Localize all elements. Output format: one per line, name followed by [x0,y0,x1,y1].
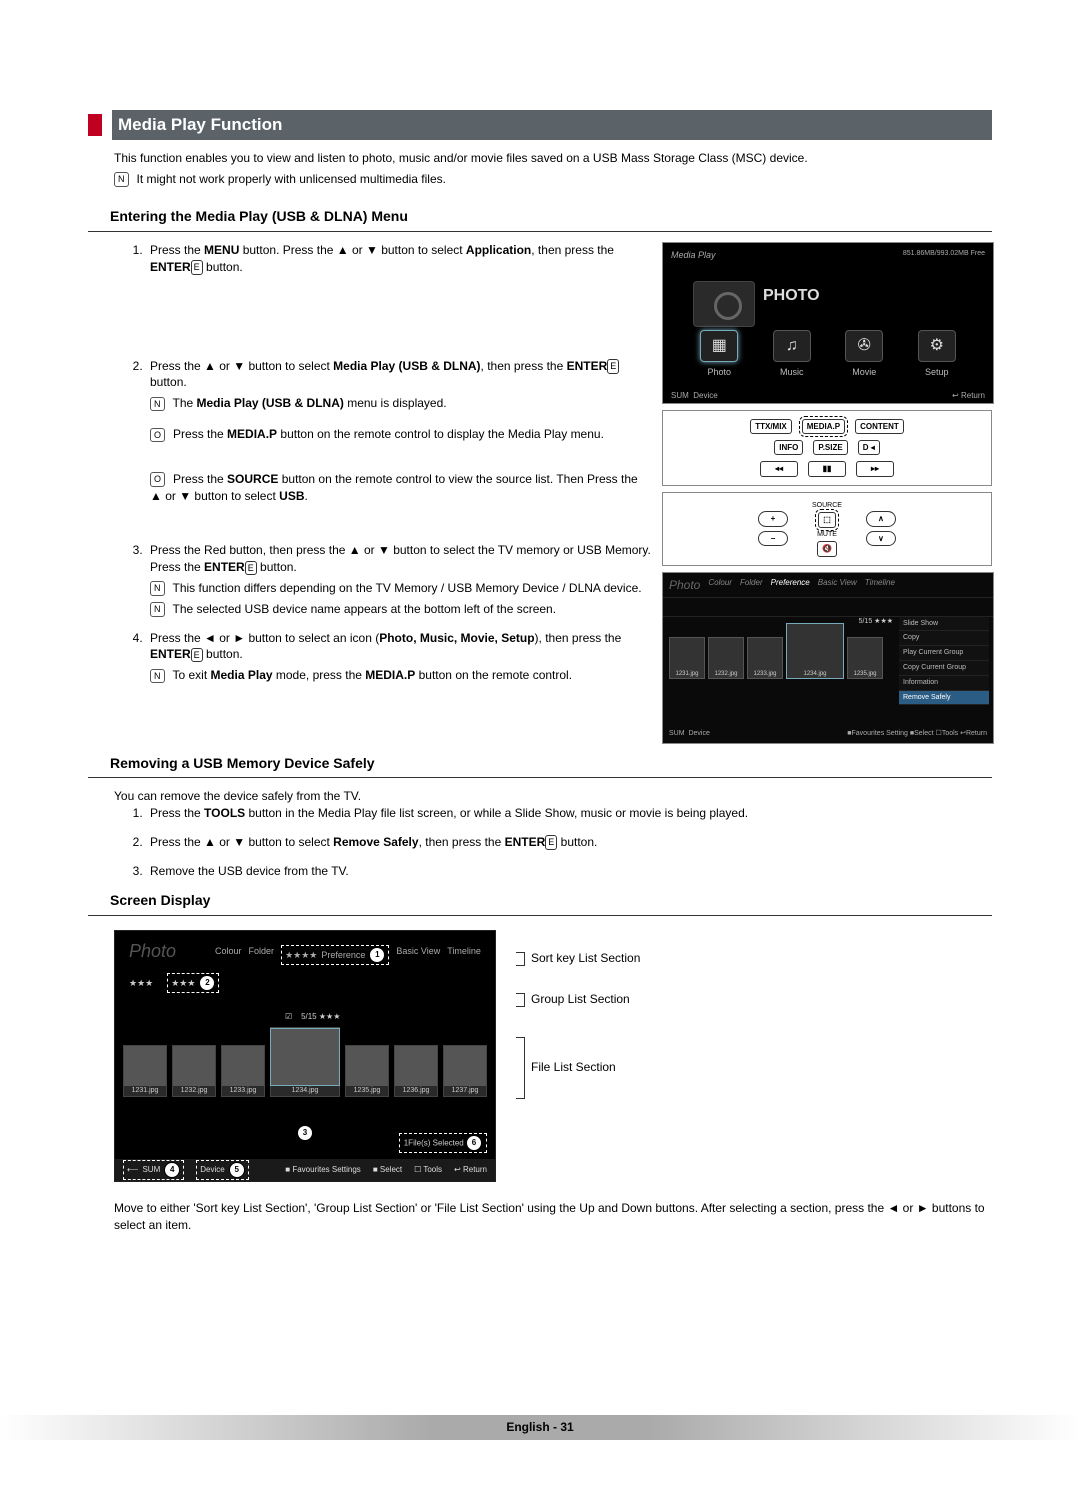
tv-photo-label: PHOTO [763,285,820,307]
enter-icon: E [607,359,619,374]
remove-step-2: Press the ▲ or ▼ button to select Remove… [146,834,992,851]
forward-button: ▸▸ [856,461,894,476]
photo-icon: ▦ [700,330,738,362]
remote-cluster-source: + − SOURCE ⬚ MUTE 🔇 ∧ ∨ [662,492,992,566]
context-menu: Slide Show Copy Play Current Group Copy … [899,617,989,706]
diagram-legend: Sort key List Section Group List Section… [516,930,640,1182]
entering-steps: Press the MENU button. Press the ▲ or ▼ … [88,242,652,684]
info-button: INFO [774,440,803,455]
step3-note2: NThe selected USB device name appears at… [150,601,652,618]
channel-down-button: ∨ [866,531,896,546]
step-2: Press the ▲ or ▼ button to select Media … [146,358,652,531]
remote-icon: O [150,428,165,443]
note-icon: N [150,669,165,684]
step4-note1: NTo exit Media Play mode, press the MEDI… [150,667,652,684]
badge-6: 6 [466,1135,482,1151]
note-icon: N [150,602,165,617]
volume-up-button: + [758,511,788,526]
intro-block: This function enables you to view and li… [114,150,992,188]
rule [88,777,992,778]
step-3: Press the Red button, then press the ▲ o… [146,542,652,617]
note-icon: N [150,581,165,596]
heading-removing: Removing a USB Memory Device Safely [88,754,992,774]
remove-step-3: Remove the USB device from the TV. [146,863,992,880]
step2-note3: OPress the SOURCE button on the remote c… [150,471,652,505]
tv-title: Media Play [671,249,716,262]
remote-cluster-media: TTX/MIX MEDIA.P CONTENT INFO P.SIZE D ◂ … [662,410,992,486]
screen-display-diagram: Photo Colour Folder ★★★★Preference 1 Bas… [114,930,496,1182]
enter-icon: E [245,561,257,576]
rule [88,231,992,232]
removing-intro: You can remove the device safely from th… [114,788,992,805]
enter-icon: E [191,260,203,275]
volume-down-button: − [758,531,788,546]
diagram-caption: Move to either 'Sort key List Section', … [114,1200,992,1234]
rule [88,915,992,916]
step3-note1: NThis function differs depending on the … [150,580,652,597]
badge-1: 1 [369,947,385,963]
step2-note1: NThe Media Play (USB & DLNA) menu is dis… [150,395,652,412]
title-accent [88,114,102,136]
intro-note-text: It might not work properly with unlicens… [137,172,446,186]
remove-step-1: Press the TOOLS button in the Media Play… [146,805,992,822]
section-title-bar: Media Play Function [88,110,992,140]
d-button: D ◂ [858,440,880,455]
channel-up-button: ∧ [866,511,896,526]
rewind-button: ◂◂ [760,461,798,476]
heading-screen-display: Screen Display [88,891,992,911]
ttxmix-button: TTX/MIX [750,419,792,434]
tv-media-play-screenshot: Media Play 851.86MB/993.02MB Free PHOTO … [662,242,994,404]
camera-icon [693,281,755,327]
content-button: CONTENT [855,419,904,434]
tv-usb-free: 851.86MB/993.02MB Free [903,249,985,262]
remote-icon: O [150,472,165,487]
step2-note2: OPress the MEDIA.P button on the remote … [150,426,652,443]
step-4: Press the ◄ or ► button to select an ico… [146,630,652,684]
pause-button: ▮▮ [808,461,846,476]
setup-icon: ⚙ [918,330,956,362]
step-1: Press the MENU button. Press the ▲ or ▼ … [146,242,652,346]
page-footer: English - 31 [0,1415,1080,1440]
badge-2: 2 [199,975,215,991]
movie-icon: ✇ [845,330,883,362]
removing-steps: Press the TOOLS button in the Media Play… [88,805,992,879]
photo-browser-screenshot: Photo Colour Folder Preference Basic Vie… [662,572,994,744]
psize-button: P.SIZE [813,440,847,455]
badge-3: 3 [297,1125,313,1141]
legend-group-list: Group List Section [531,992,630,1006]
note-icon: N [150,397,165,412]
badge-4: 4 [164,1162,180,1178]
intro-text: This function enables you to view and li… [114,150,992,167]
enter-icon: E [191,648,203,663]
intro-note: N It might not work properly with unlicen… [114,171,992,188]
note-icon: N [114,172,129,187]
heading-entering: Entering the Media Play (USB & DLNA) Men… [88,207,992,227]
source-button: ⬚ [818,512,836,527]
music-icon: ♫ [773,330,811,362]
legend-file-list: File List Section [531,1061,616,1075]
page-title: Media Play Function [112,110,992,140]
mediap-button: MEDIA.P [802,419,845,434]
mute-button: 🔇 [817,541,837,556]
badge-5: 5 [229,1162,245,1178]
legend-sort-key: Sort key List Section [531,951,640,965]
enter-icon: E [545,835,557,850]
